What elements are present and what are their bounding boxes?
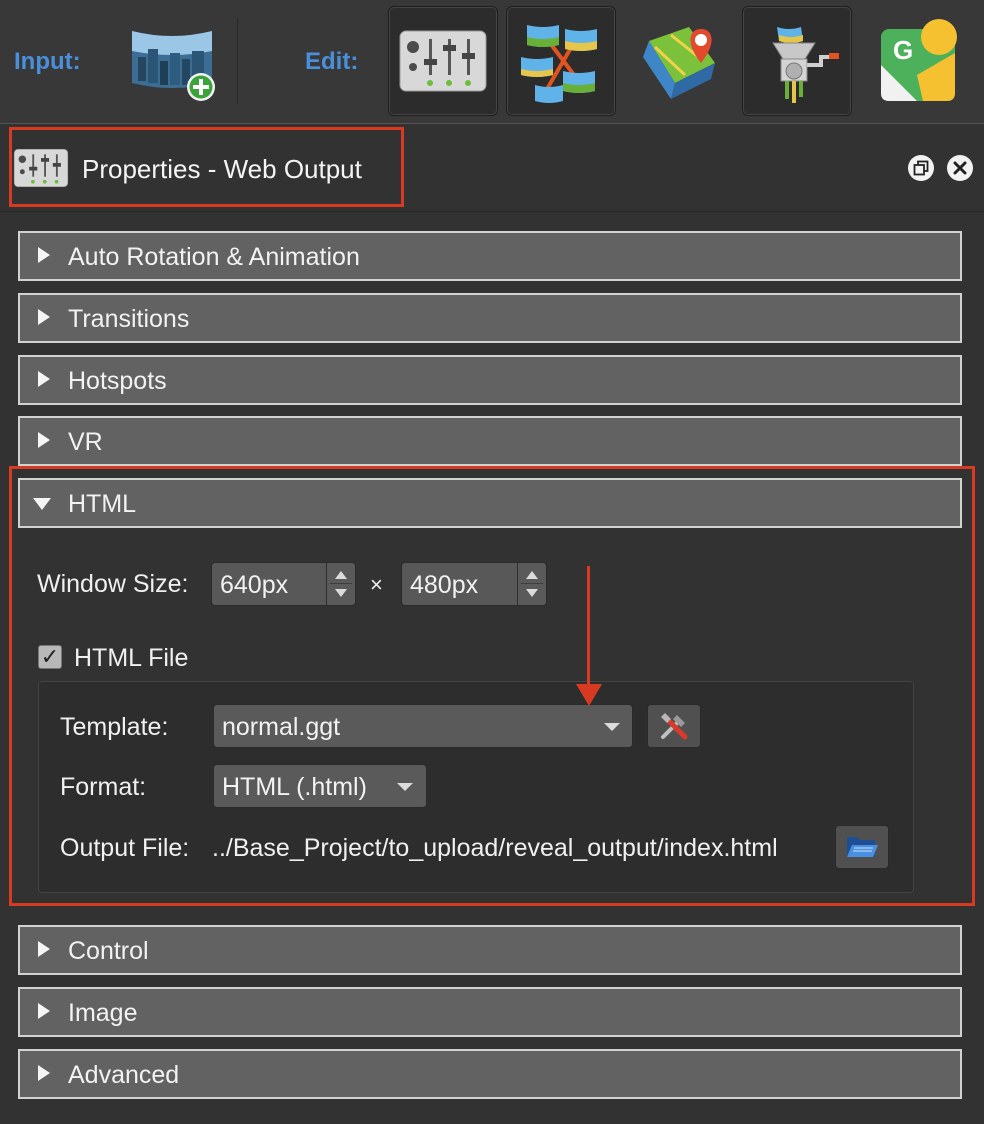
window-width-spinbox[interactable]: 640px [211,562,356,606]
spin-arrows[interactable] [517,563,546,605]
input-label: Input: [14,48,81,75]
times-sign: × [370,572,383,597]
expand-arrow-icon [38,941,50,957]
panel-header-icon-wrap [13,148,69,193]
float-window-icon [913,160,929,176]
close-icon [953,161,967,175]
annotation-arrow-shaft [587,566,590,688]
properties-sliders-icon [399,30,487,92]
window-width-value: 640px [220,571,289,599]
section-hotspots[interactable]: Hotspots [18,355,962,405]
section-label: Auto Rotation & Animation [68,243,360,271]
section-advanced[interactable]: Advanced [18,1049,962,1099]
spin-up-icon[interactable] [335,571,347,579]
template-value: normal.ggt [222,713,341,741]
spin-up-icon[interactable] [526,571,538,579]
chevron-down-icon [604,723,620,731]
section-html[interactable]: HTML [18,478,962,528]
window-height-spinbox[interactable]: 480px [401,562,547,606]
section-label: VR [68,428,103,456]
edit-template-button[interactable] [647,704,701,748]
format-select[interactable]: HTML (.html) [213,764,427,808]
template-select[interactable]: normal.ggt [213,704,633,748]
section-label: Control [68,937,149,965]
add-panorama-icon [132,31,215,101]
browse-output-file-button[interactable] [835,825,889,869]
format-value: HTML (.html) [222,773,367,801]
section-label: Transitions [68,305,190,333]
section-label: Hotspots [68,367,167,395]
toolbar: Input: Edit: G [0,0,984,124]
collapse-arrow-icon [33,498,51,510]
expand-arrow-icon [38,309,50,325]
google-street-view-icon: G [881,19,957,101]
chevron-down-icon [397,783,413,791]
expand-arrow-icon [38,1003,50,1019]
section-auto-rotation[interactable]: Auto Rotation & Animation [18,231,962,281]
tools-icon [661,713,688,740]
output-button[interactable] [742,6,852,116]
close-panel-button[interactable] [947,155,973,181]
spin-divider [330,583,352,584]
toolbar-separator [237,18,238,104]
map-pin-icon [643,27,715,99]
window-size-label: Window Size: [37,570,189,598]
section-label: HTML [68,490,137,518]
section-vr[interactable]: VR [18,416,962,466]
tour-browser-icon [521,25,597,103]
properties-sliders-icon [13,149,69,187]
properties-button[interactable] [388,6,498,116]
grinder-icon [772,27,839,103]
html-file-checkbox[interactable]: ✓ [38,645,62,669]
section-control[interactable]: Control [18,925,962,975]
spin-arrows[interactable] [326,563,355,605]
output-file-label: Output File: [60,834,190,862]
window-height-value: 480px [410,571,479,599]
svg-text:G: G [893,35,913,65]
html-file-label: HTML File [74,644,189,672]
expand-arrow-icon [38,247,50,263]
expand-arrow-icon [38,432,50,448]
tour-browser-button[interactable] [506,6,616,116]
output-file-path: ../Base_Project/to_upload/reveal_output/… [212,834,778,862]
panel-title: Properties - Web Output [82,154,362,184]
format-label: Format: [60,773,147,801]
expand-arrow-icon [38,371,50,387]
section-image[interactable]: Image [18,987,962,1037]
float-window-button[interactable] [908,155,934,181]
spin-down-icon[interactable] [526,589,538,597]
map-button[interactable] [624,6,734,116]
section-transitions[interactable]: Transitions [18,293,962,343]
folder-open-icon [847,837,878,857]
template-label: Template: [60,713,169,741]
street-view-button[interactable]: G [860,6,970,116]
edit-label: Edit: [305,48,359,75]
section-label: Advanced [68,1061,180,1089]
expand-arrow-icon [38,1065,50,1081]
section-label: Image [68,999,138,1027]
spin-divider [521,583,543,584]
annotation-arrow-head [576,684,602,706]
panel-header-divider [0,211,984,212]
spin-down-icon[interactable] [335,589,347,597]
add-panorama-button[interactable] [117,6,227,116]
